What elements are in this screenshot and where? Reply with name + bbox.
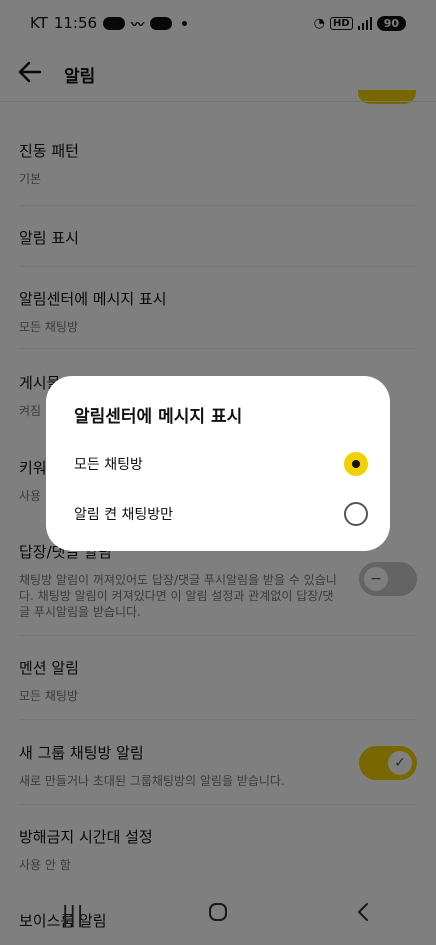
option-notification-on-chatrooms[interactable]: 알림 켠 채팅방만	[74, 494, 368, 534]
radio-unselected-icon[interactable]	[344, 502, 368, 526]
dialog-title: 알림센터에 메시지 표시	[74, 407, 243, 427]
radio-selected-icon[interactable]	[344, 452, 368, 476]
option-all-chatrooms[interactable]: 모든 채팅방	[74, 444, 368, 484]
option-label: 모든 채팅방	[74, 457, 143, 473]
option-label: 알림 켠 채팅방만	[74, 507, 174, 523]
notification-center-dialog: 알림센터에 메시지 표시 모든 채팅방 알림 켠 채팅방만	[46, 376, 390, 551]
